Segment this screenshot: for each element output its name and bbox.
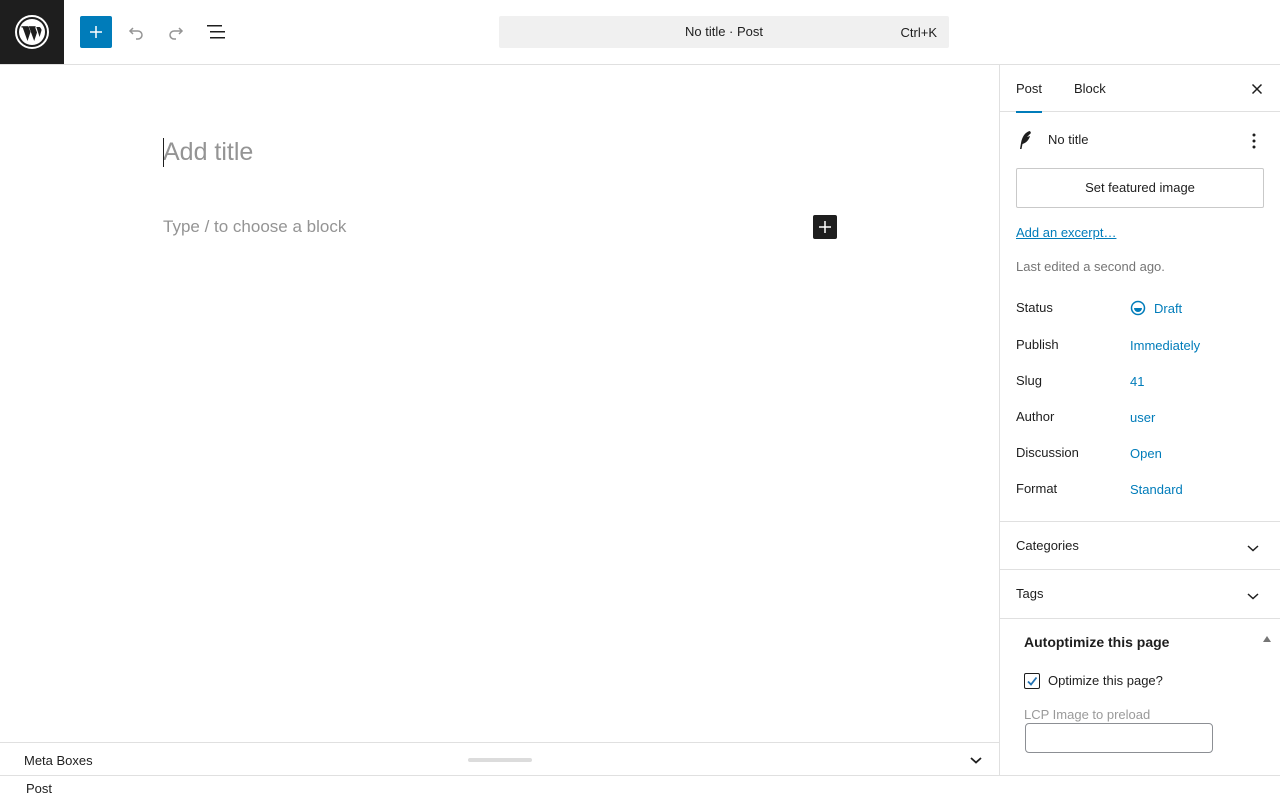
set-featured-image-button[interactable]: Set featured image (1016, 168, 1264, 208)
draft-status-icon (1130, 300, 1146, 316)
list-view-icon (207, 25, 225, 39)
command-shortcut: Ctrl+K (900, 25, 937, 40)
post-card: No title (1016, 129, 1266, 151)
undo-button[interactable] (120, 16, 152, 48)
close-icon (1251, 83, 1263, 95)
editor-header: No title · Post Ctrl+K (0, 0, 1280, 65)
meta-label: Author (1016, 409, 1055, 424)
settings-sidebar: Post Block No title Set featured image A… (999, 65, 1280, 775)
publish-value-button[interactable]: Immediately (1130, 338, 1200, 353)
more-vertical-icon (1252, 133, 1256, 149)
resize-handle[interactable] (468, 758, 532, 762)
optimize-page-label: Optimize this page? (1048, 673, 1163, 688)
collapse-triangle-icon[interactable] (1263, 636, 1271, 642)
meta-label: Discussion (1016, 445, 1079, 460)
meta-row-status: Status Draft (1016, 300, 1266, 320)
autoptimize-title: Autoptimize this page (1024, 634, 1170, 650)
text-caret (163, 138, 164, 167)
optimize-page-checkbox[interactable] (1024, 673, 1040, 689)
inline-block-inserter-button[interactable] (813, 215, 837, 239)
wordpress-logo-button[interactable] (0, 0, 64, 64)
discussion-value-button[interactable]: Open (1130, 446, 1162, 461)
meta-row-slug: Slug 41 (1016, 373, 1266, 393)
panel-tags[interactable]: Tags (1000, 569, 1280, 617)
wordpress-icon (15, 15, 49, 49)
plus-icon (90, 26, 102, 38)
close-sidebar-button[interactable] (1245, 77, 1269, 101)
block-inserter-toggle[interactable] (80, 16, 112, 48)
post-card-title: No title (1048, 132, 1089, 147)
default-block-appender[interactable]: Type / to choose a block (163, 217, 346, 237)
tab-post-label: Post (1016, 81, 1043, 96)
lcp-image-input[interactable] (1025, 723, 1213, 753)
meta-row-format: Format Standard (1016, 481, 1266, 501)
tab-block[interactable]: Block (1074, 65, 1106, 112)
chevron-down-icon[interactable] (964, 748, 988, 772)
chevron-down-icon (1247, 545, 1259, 552)
status-value-button[interactable]: Draft (1154, 301, 1182, 316)
panel-categories-label: Categories (1016, 538, 1079, 553)
autoptimize-metabox: Autoptimize this page Optimize this page… (1000, 618, 1280, 775)
meta-label: Format (1016, 481, 1058, 496)
lcp-image-label: LCP Image to preload (1024, 707, 1151, 722)
plus-icon (819, 221, 831, 233)
meta-row-author: Author user (1016, 409, 1266, 429)
undo-icon (128, 27, 143, 40)
command-palette-bar[interactable]: No title · Post Ctrl+K (499, 16, 949, 48)
checkmark-icon (1027, 676, 1038, 686)
meta-label: Publish (1016, 337, 1059, 352)
meta-row-discussion: Discussion Open (1016, 445, 1266, 465)
meta-label: Slug (1016, 373, 1043, 388)
chevron-down-icon (1247, 593, 1259, 600)
author-value-button[interactable]: user (1130, 410, 1155, 425)
add-excerpt-link[interactable]: Add an excerpt… (1016, 225, 1116, 240)
meta-boxes-label: Meta Boxes (24, 753, 93, 768)
meta-boxes-bar[interactable]: Meta Boxes (0, 742, 999, 776)
panel-categories[interactable]: Categories (1000, 521, 1280, 569)
redo-button[interactable] (160, 16, 192, 48)
post-feather-icon (1020, 131, 1031, 149)
tab-post[interactable]: Post (1016, 65, 1043, 113)
slug-value-button[interactable]: 41 (1130, 374, 1144, 389)
format-value-button[interactable]: Standard (1130, 482, 1183, 497)
last-edited-text: Last edited a second ago. (1016, 259, 1165, 274)
document-overview-button[interactable] (200, 16, 232, 48)
block-breadcrumb-footer: Post (0, 775, 1280, 800)
tab-block-label: Block (1074, 81, 1106, 96)
meta-row-publish: Publish Immediately (1016, 337, 1266, 357)
meta-label: Status (1016, 300, 1053, 315)
panel-tags-label: Tags (1016, 586, 1044, 601)
post-actions-button[interactable] (1242, 129, 1266, 153)
document-title: No title · Post (684, 24, 764, 39)
sidebar-tabs: Post Block (1000, 65, 1280, 113)
post-title-input[interactable]: Add title (163, 138, 253, 167)
breadcrumb-post[interactable]: Post (26, 781, 52, 796)
redo-icon (169, 27, 184, 40)
editor-canvas[interactable]: Add title Type / to choose a block (0, 65, 999, 743)
